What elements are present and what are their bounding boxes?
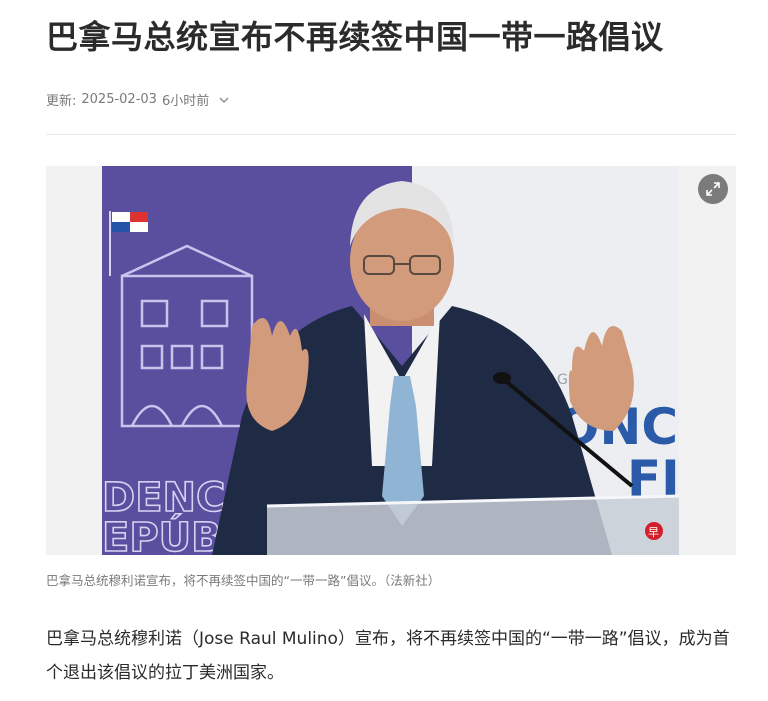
chevron-down-icon[interactable] [219,94,229,104]
divider [46,134,736,135]
updated-label: 更新: [46,93,77,109]
article-meta: 更新: 2025-02-03 6小时前 [46,88,229,110]
photo-watermark: 早 [648,526,659,539]
photo-caption: 巴拿马总统穆利诺宣布，将不再续签中国的“一带一路”倡议。（法新社） [46,573,441,588]
expand-icon [706,182,720,196]
updated-relative: 6小时前 [161,93,210,109]
article-headline: 巴拿马总统宣布不再续签中国一带一路倡议 [46,18,664,56]
article-figure: DENC EPÚBL G ONC FI [46,166,736,555]
article-photo[interactable]: DENC EPÚBL G ONC FI [102,166,679,555]
article-body-paragraph: 巴拿马总统穆利诺（Jose Raul Mulino）宣布，将不再续签中国的“一带… [46,629,730,683]
photo-illustration: DENC EPÚBL G ONC FI [102,166,679,555]
updated-date: 2025-02-03 [81,91,157,107]
expand-image-button[interactable] [698,174,728,204]
